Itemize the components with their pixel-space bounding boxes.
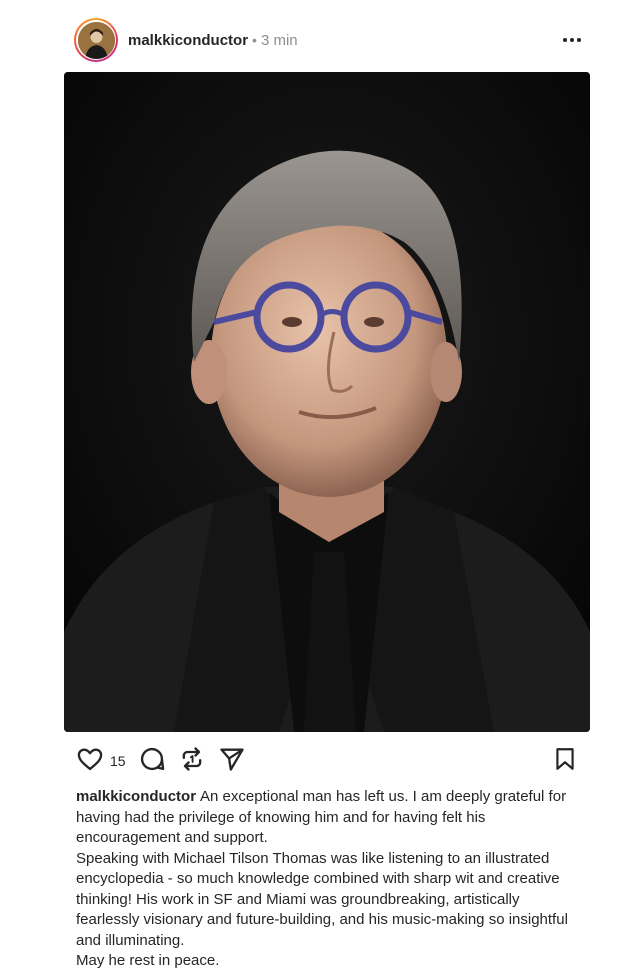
avatar-border	[76, 20, 116, 60]
avatar[interactable]	[74, 18, 118, 62]
caption-paragraph-1: malkkiconductor An exceptional man has le…	[76, 787, 586, 849]
post-caption: malkkiconductor An exceptional man has le…	[76, 787, 586, 972]
bookmark-icon	[552, 745, 578, 778]
separator-dot: •	[252, 32, 257, 48]
like-count[interactable]: 15	[110, 753, 126, 769]
post-header: malkkiconductor • 3 min	[74, 18, 584, 62]
heart-icon	[76, 745, 104, 778]
post-username[interactable]: malkkiconductor	[128, 32, 248, 49]
comment-button[interactable]	[138, 745, 166, 778]
comment-icon	[138, 745, 166, 778]
save-button[interactable]	[552, 745, 578, 778]
repost-icon	[178, 745, 206, 778]
more-options-icon[interactable]	[560, 28, 584, 52]
post-actions-bar: 15	[76, 745, 578, 777]
like-button[interactable]	[76, 745, 104, 778]
post-timestamp: 3 min	[260, 31, 298, 49]
caption-username[interactable]: malkkiconductor	[76, 788, 196, 805]
portrait-photo	[64, 72, 590, 732]
send-icon	[218, 745, 246, 778]
caption-paragraph-3: May he rest in peace.	[76, 952, 220, 969]
avatar-image	[77, 21, 115, 59]
caption-paragraph-2: Speaking with Michael Tilson Thomas was …	[76, 849, 568, 949]
repost-button[interactable]	[178, 745, 206, 778]
share-button[interactable]	[218, 745, 246, 778]
post-image[interactable]	[64, 72, 590, 732]
